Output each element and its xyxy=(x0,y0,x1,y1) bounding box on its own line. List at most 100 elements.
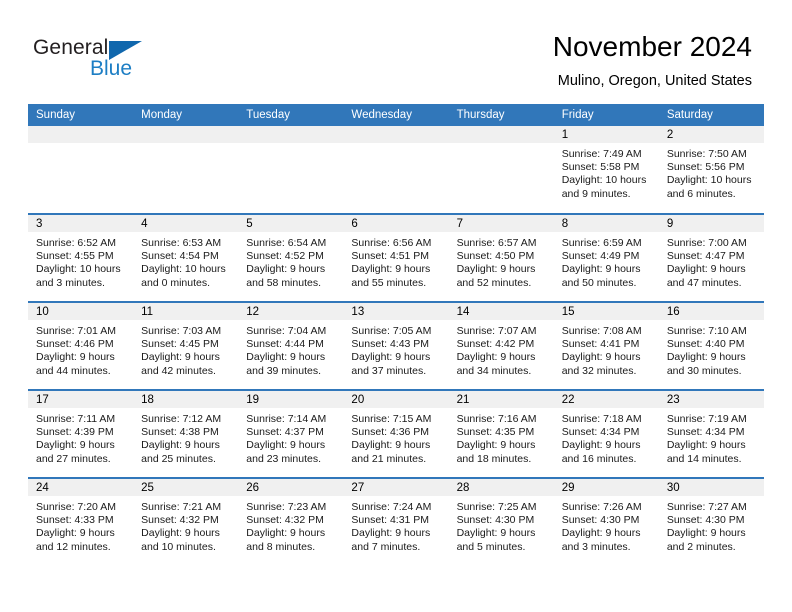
weekday-header-row: Sunday Monday Tuesday Wednesday Thursday… xyxy=(28,104,764,126)
sunrise-text: Sunrise: 7:23 AM xyxy=(246,501,327,513)
day-details xyxy=(343,143,448,148)
day-number: 26 xyxy=(238,479,344,496)
daylight-text: Daylight: 9 hours and 52 minutes. xyxy=(456,263,536,289)
sunset-text: Sunset: 4:30 PM xyxy=(561,514,640,527)
day-cell[interactable]: 10 Sunrise: 7:01 AM Sunset: 4:46 PM Dayl… xyxy=(28,301,134,390)
day-number: 17 xyxy=(28,391,134,408)
calendar-body: 1 Sunrise: 7:49 AM Sunset: 5:58 PM Dayli… xyxy=(28,126,764,566)
day-cell[interactable] xyxy=(448,126,554,214)
sunset-text: Sunset: 4:30 PM xyxy=(456,514,535,527)
day-cell[interactable]: 3 Sunrise: 6:52 AM Sunset: 4:55 PM Dayli… xyxy=(28,213,134,302)
day-number: 10 xyxy=(28,303,134,320)
daylight-text: Daylight: 9 hours and 27 minutes. xyxy=(36,439,115,465)
day-cell[interactable]: 30 Sunrise: 7:27 AM Sunset: 4:30 PM Dayl… xyxy=(658,477,764,566)
day-details: Sunrise: 7:12 AM Sunset: 4:38 PM Dayligh… xyxy=(133,408,238,466)
sunset-text: Sunset: 4:42 PM xyxy=(456,338,535,351)
day-details xyxy=(133,143,238,148)
day-cell[interactable]: 25 Sunrise: 7:21 AM Sunset: 4:32 PM Dayl… xyxy=(133,477,239,566)
week-row: 24 Sunrise: 7:20 AM Sunset: 4:33 PM Dayl… xyxy=(28,477,764,566)
day-cell[interactable]: 2 Sunrise: 7:50 AM Sunset: 5:56 PM Dayli… xyxy=(658,126,764,214)
day-number: 8 xyxy=(553,215,659,232)
day-details: Sunrise: 7:14 AM Sunset: 4:37 PM Dayligh… xyxy=(238,408,343,466)
day-cell[interactable]: 16 Sunrise: 7:10 AM Sunset: 4:40 PM Dayl… xyxy=(658,301,764,390)
day-cell[interactable]: 4 Sunrise: 6:53 AM Sunset: 4:54 PM Dayli… xyxy=(133,213,239,302)
day-cell[interactable]: 24 Sunrise: 7:20 AM Sunset: 4:33 PM Dayl… xyxy=(28,477,134,566)
day-cell[interactable] xyxy=(28,126,134,214)
day-cell[interactable] xyxy=(343,126,449,214)
sunrise-text: Sunrise: 7:20 AM xyxy=(36,501,116,513)
sunset-text: Sunset: 5:56 PM xyxy=(666,161,745,174)
day-cell[interactable]: 9 Sunrise: 7:00 AM Sunset: 4:47 PM Dayli… xyxy=(658,213,764,302)
day-cell[interactable]: 20 Sunrise: 7:15 AM Sunset: 4:36 PM Dayl… xyxy=(343,389,449,478)
day-cell[interactable]: 13 Sunrise: 7:05 AM Sunset: 4:43 PM Dayl… xyxy=(343,301,449,390)
sunrise-text: Sunrise: 7:21 AM xyxy=(141,501,222,513)
daylight-text: Daylight: 10 hours and 9 minutes. xyxy=(561,174,647,200)
day-details: Sunrise: 7:08 AM Sunset: 4:41 PM Dayligh… xyxy=(554,320,659,378)
sunrise-text: Sunrise: 7:11 AM xyxy=(36,413,116,425)
sunset-text: Sunset: 4:40 PM xyxy=(666,338,745,351)
day-details: Sunrise: 7:03 AM Sunset: 4:45 PM Dayligh… xyxy=(133,320,238,378)
day-number: 23 xyxy=(658,391,764,408)
day-number: 3 xyxy=(28,215,134,232)
day-cell[interactable]: 5 Sunrise: 6:54 AM Sunset: 4:52 PM Dayli… xyxy=(238,213,344,302)
day-number xyxy=(448,126,554,143)
weekday-header-sunday: Sunday xyxy=(28,104,134,126)
sunrise-text: Sunrise: 7:05 AM xyxy=(351,325,432,337)
day-cell[interactable]: 14 Sunrise: 7:07 AM Sunset: 4:42 PM Dayl… xyxy=(448,301,554,390)
day-number: 15 xyxy=(553,303,659,320)
day-cell[interactable]: 27 Sunrise: 7:24 AM Sunset: 4:31 PM Dayl… xyxy=(343,477,449,566)
brand-logo[interactable]: General Blue xyxy=(33,36,213,86)
day-details: Sunrise: 7:05 AM Sunset: 4:43 PM Dayligh… xyxy=(343,320,448,378)
day-number: 30 xyxy=(658,479,764,496)
day-cell[interactable]: 6 Sunrise: 6:56 AM Sunset: 4:51 PM Dayli… xyxy=(343,213,449,302)
day-cell[interactable]: 23 Sunrise: 7:19 AM Sunset: 4:34 PM Dayl… xyxy=(658,389,764,478)
daylight-text: Daylight: 10 hours and 0 minutes. xyxy=(141,263,226,289)
day-cell[interactable]: 7 Sunrise: 6:57 AM Sunset: 4:50 PM Dayli… xyxy=(448,213,554,302)
day-details: Sunrise: 6:53 AM Sunset: 4:54 PM Dayligh… xyxy=(133,232,238,290)
day-cell[interactable]: 1 Sunrise: 7:49 AM Sunset: 5:58 PM Dayli… xyxy=(553,126,659,214)
daylight-text: Daylight: 9 hours and 23 minutes. xyxy=(246,439,326,465)
day-cell[interactable]: 17 Sunrise: 7:11 AM Sunset: 4:39 PM Dayl… xyxy=(28,389,134,478)
day-number: 6 xyxy=(343,215,449,232)
day-cell[interactable]: 26 Sunrise: 7:23 AM Sunset: 4:32 PM Dayl… xyxy=(238,477,344,566)
sunset-text: Sunset: 4:39 PM xyxy=(36,426,114,439)
day-details: Sunrise: 7:25 AM Sunset: 4:30 PM Dayligh… xyxy=(449,496,554,554)
daylight-text: Daylight: 9 hours and 44 minutes. xyxy=(36,351,115,377)
sunrise-text: Sunrise: 7:25 AM xyxy=(456,501,537,513)
day-cell[interactable]: 21 Sunrise: 7:16 AM Sunset: 4:35 PM Dayl… xyxy=(448,389,554,478)
day-number: 2 xyxy=(658,126,764,143)
day-details: Sunrise: 7:16 AM Sunset: 4:35 PM Dayligh… xyxy=(449,408,554,466)
day-cell[interactable]: 29 Sunrise: 7:26 AM Sunset: 4:30 PM Dayl… xyxy=(553,477,659,566)
day-number: 25 xyxy=(133,479,239,496)
day-number: 11 xyxy=(133,303,239,320)
day-number xyxy=(343,126,449,143)
day-cell[interactable]: 15 Sunrise: 7:08 AM Sunset: 4:41 PM Dayl… xyxy=(553,301,659,390)
day-cell[interactable]: 12 Sunrise: 7:04 AM Sunset: 4:44 PM Dayl… xyxy=(238,301,344,390)
brand-name-blue: Blue xyxy=(90,57,133,80)
sunset-text: Sunset: 4:37 PM xyxy=(246,426,324,439)
daylight-text: Daylight: 9 hours and 12 minutes. xyxy=(36,527,115,553)
day-details: Sunrise: 7:11 AM Sunset: 4:39 PM Dayligh… xyxy=(28,408,133,466)
sunset-text: Sunset: 4:47 PM xyxy=(666,250,745,263)
weekday-header-monday: Monday xyxy=(133,104,239,126)
day-cell[interactable]: 11 Sunrise: 7:03 AM Sunset: 4:45 PM Dayl… xyxy=(133,301,239,390)
daylight-text: Daylight: 9 hours and 8 minutes. xyxy=(246,527,326,553)
sunrise-text: Sunrise: 7:15 AM xyxy=(351,413,432,425)
day-cell[interactable]: 22 Sunrise: 7:18 AM Sunset: 4:34 PM Dayl… xyxy=(553,389,659,478)
day-cell[interactable] xyxy=(133,126,239,214)
day-details: Sunrise: 6:54 AM Sunset: 4:52 PM Dayligh… xyxy=(238,232,343,290)
day-number: 12 xyxy=(238,303,344,320)
day-cell[interactable]: 18 Sunrise: 7:12 AM Sunset: 4:38 PM Dayl… xyxy=(133,389,239,478)
day-cell[interactable]: 19 Sunrise: 7:14 AM Sunset: 4:37 PM Dayl… xyxy=(238,389,344,478)
day-number: 7 xyxy=(448,215,554,232)
day-cell[interactable]: 28 Sunrise: 7:25 AM Sunset: 4:30 PM Dayl… xyxy=(448,477,554,566)
daylight-text: Daylight: 9 hours and 34 minutes. xyxy=(456,351,536,377)
day-cell[interactable] xyxy=(238,126,344,214)
daylight-text: Daylight: 9 hours and 5 minutes. xyxy=(456,527,536,553)
day-details: Sunrise: 6:52 AM Sunset: 4:55 PM Dayligh… xyxy=(28,232,133,290)
day-number: 1 xyxy=(553,126,659,143)
sunset-text: Sunset: 4:41 PM xyxy=(561,338,640,351)
day-cell[interactable]: 8 Sunrise: 6:59 AM Sunset: 4:49 PM Dayli… xyxy=(553,213,659,302)
sunrise-text: Sunrise: 6:56 AM xyxy=(351,237,432,249)
day-details: Sunrise: 7:24 AM Sunset: 4:31 PM Dayligh… xyxy=(343,496,448,554)
